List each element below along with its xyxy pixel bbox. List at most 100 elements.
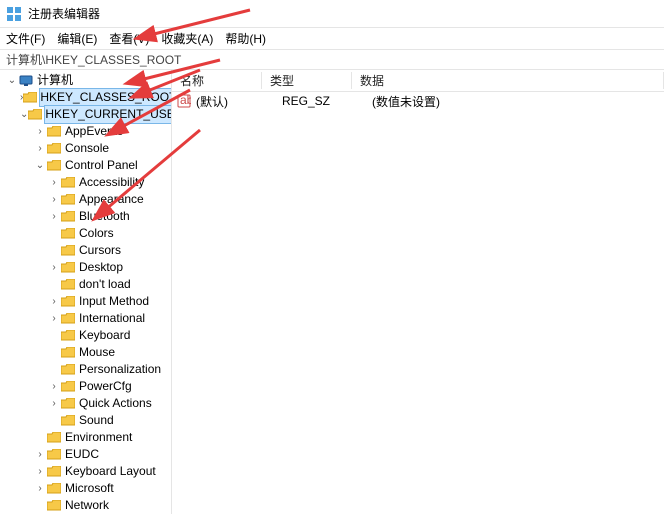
expander-icon[interactable]: › — [48, 395, 60, 412]
tree-international[interactable]: ›International — [0, 310, 171, 327]
value-name: (默认) — [196, 93, 282, 110]
folder-icon — [46, 447, 62, 463]
tree-label: Cursors — [79, 242, 121, 259]
tree-dontload[interactable]: don't load — [0, 276, 171, 293]
tree-label: Control Panel — [65, 157, 138, 174]
tree-label: EUDC — [65, 446, 99, 463]
folder-icon — [60, 362, 76, 378]
folder-icon — [46, 464, 62, 480]
folder-icon — [60, 396, 76, 412]
expander-icon[interactable]: › — [48, 293, 60, 310]
expander-icon[interactable]: ⌄ — [34, 157, 46, 174]
folder-icon — [60, 379, 76, 395]
tree-label: Personalization — [79, 361, 161, 378]
tree-accessibility[interactable]: ›Accessibility — [0, 174, 171, 191]
tree-label: 计算机 — [37, 72, 73, 89]
folder-icon — [60, 260, 76, 276]
tree-controlpanel[interactable]: ⌄ Control Panel — [0, 157, 171, 174]
tree-environment[interactable]: Environment — [0, 429, 171, 446]
folder-icon — [28, 107, 42, 123]
expander-icon[interactable]: › — [34, 446, 46, 463]
tree-personalization[interactable]: Personalization — [0, 361, 171, 378]
folder-icon — [60, 328, 76, 344]
tree-cursors[interactable]: Cursors — [0, 242, 171, 259]
values-pane: 名称 类型 数据 ab (默认) REG_SZ (数值未设置) — [172, 70, 664, 514]
folder-icon — [60, 345, 76, 361]
tree-label: Keyboard Layout — [65, 463, 156, 480]
tree-label: Quick Actions — [79, 395, 152, 412]
folder-icon — [46, 158, 62, 174]
tree-label: HKEY_CLASSES_ROOT — [40, 89, 172, 106]
list-header: 名称 类型 数据 — [172, 70, 664, 92]
folder-icon — [60, 277, 76, 293]
expander-icon[interactable]: › — [34, 140, 46, 157]
tree-label: Mouse — [79, 344, 115, 361]
address-text: 计算机\HKEY_CLASSES_ROOT — [6, 51, 181, 68]
folder-icon — [60, 175, 76, 191]
value-row-default[interactable]: ab (默认) REG_SZ (数值未设置) — [172, 92, 664, 110]
tree-label: Network — [65, 497, 109, 514]
tree-hkcu[interactable]: ⌄ HKEY_CURRENT_USER — [0, 106, 171, 123]
folder-icon — [60, 243, 76, 259]
list-body[interactable]: ab (默认) REG_SZ (数值未设置) — [172, 92, 664, 514]
tree-console[interactable]: › Console — [0, 140, 171, 157]
tree-label: Sound — [79, 412, 114, 429]
folder-icon — [60, 294, 76, 310]
menu-view[interactable]: 查看(V) — [109, 30, 149, 47]
tree-hkcr[interactable]: › HKEY_CLASSES_ROOT — [0, 89, 171, 106]
expander-icon[interactable]: › — [48, 191, 60, 208]
menu-favorites[interactable]: 收藏夹(A) — [161, 30, 213, 47]
tree-network[interactable]: Network — [0, 497, 171, 514]
menu-edit[interactable]: 编辑(E) — [57, 30, 97, 47]
tree-label: Bluetooth — [79, 208, 130, 225]
tree-label: Microsoft — [65, 480, 114, 497]
col-name[interactable]: 名称 — [172, 72, 262, 89]
tree-label: Console — [65, 140, 109, 157]
tree-mouse[interactable]: Mouse — [0, 344, 171, 361]
expander-icon[interactable]: › — [48, 174, 60, 191]
menu-help[interactable]: 帮助(H) — [225, 30, 266, 47]
expander-icon[interactable]: › — [48, 310, 60, 327]
expander-icon[interactable]: › — [48, 378, 60, 395]
col-type[interactable]: 类型 — [262, 72, 352, 89]
tree-inputmethod[interactable]: ›Input Method — [0, 293, 171, 310]
address-bar[interactable]: 计算机\HKEY_CLASSES_ROOT — [0, 50, 664, 70]
tree-keyboardlayout[interactable]: › Keyboard Layout — [0, 463, 171, 480]
tree-powercfg[interactable]: › PowerCfg — [0, 378, 171, 395]
expander-icon[interactable]: › — [34, 123, 46, 140]
tree-label: HKEY_CURRENT_USER — [45, 106, 172, 123]
tree-root-computer[interactable]: ⌄ 计算机 — [0, 72, 171, 89]
folder-icon — [46, 430, 62, 446]
tree-quickactions[interactable]: › Quick Actions — [0, 395, 171, 412]
folder-icon — [46, 141, 62, 157]
expander-icon[interactable]: › — [48, 259, 60, 276]
tree-pane[interactable]: ⌄ 计算机 › HKEY_CLASSES_ROOT ⌄ — [0, 70, 172, 514]
tree-desktop[interactable]: ›Desktop — [0, 259, 171, 276]
tree-label: don't load — [79, 276, 131, 293]
expander-icon[interactable]: › — [48, 208, 60, 225]
title-bar: 注册表编辑器 — [0, 0, 664, 28]
tree-keyboard[interactable]: Keyboard — [0, 327, 171, 344]
value-type: REG_SZ — [282, 94, 372, 108]
col-data[interactable]: 数据 — [352, 72, 664, 89]
folder-icon — [46, 498, 62, 514]
svg-text:ab: ab — [180, 94, 191, 107]
tree-appearance[interactable]: ›Appearance — [0, 191, 171, 208]
tree-label: PowerCfg — [79, 378, 132, 395]
tree-bluetooth[interactable]: › Bluetooth — [0, 208, 171, 225]
tree-label: Environment — [65, 429, 132, 446]
expander-icon[interactable]: › — [34, 463, 46, 480]
expander-icon[interactable]: ⌄ — [20, 106, 28, 123]
computer-icon — [18, 73, 34, 89]
tree-colors[interactable]: Colors — [0, 225, 171, 242]
tree-microsoft[interactable]: › Microsoft — [0, 480, 171, 497]
expander-icon[interactable]: › — [34, 480, 46, 497]
menu-file[interactable]: 文件(F) — [6, 30, 45, 47]
tree-appevents[interactable]: ›AppEvents — [0, 123, 171, 140]
folder-icon — [60, 209, 76, 225]
tree-sound[interactable]: Sound — [0, 412, 171, 429]
tree-eudc[interactable]: › EUDC — [0, 446, 171, 463]
folder-icon — [23, 90, 37, 106]
expander-icon[interactable]: ⌄ — [6, 72, 18, 89]
folder-icon — [60, 226, 76, 242]
